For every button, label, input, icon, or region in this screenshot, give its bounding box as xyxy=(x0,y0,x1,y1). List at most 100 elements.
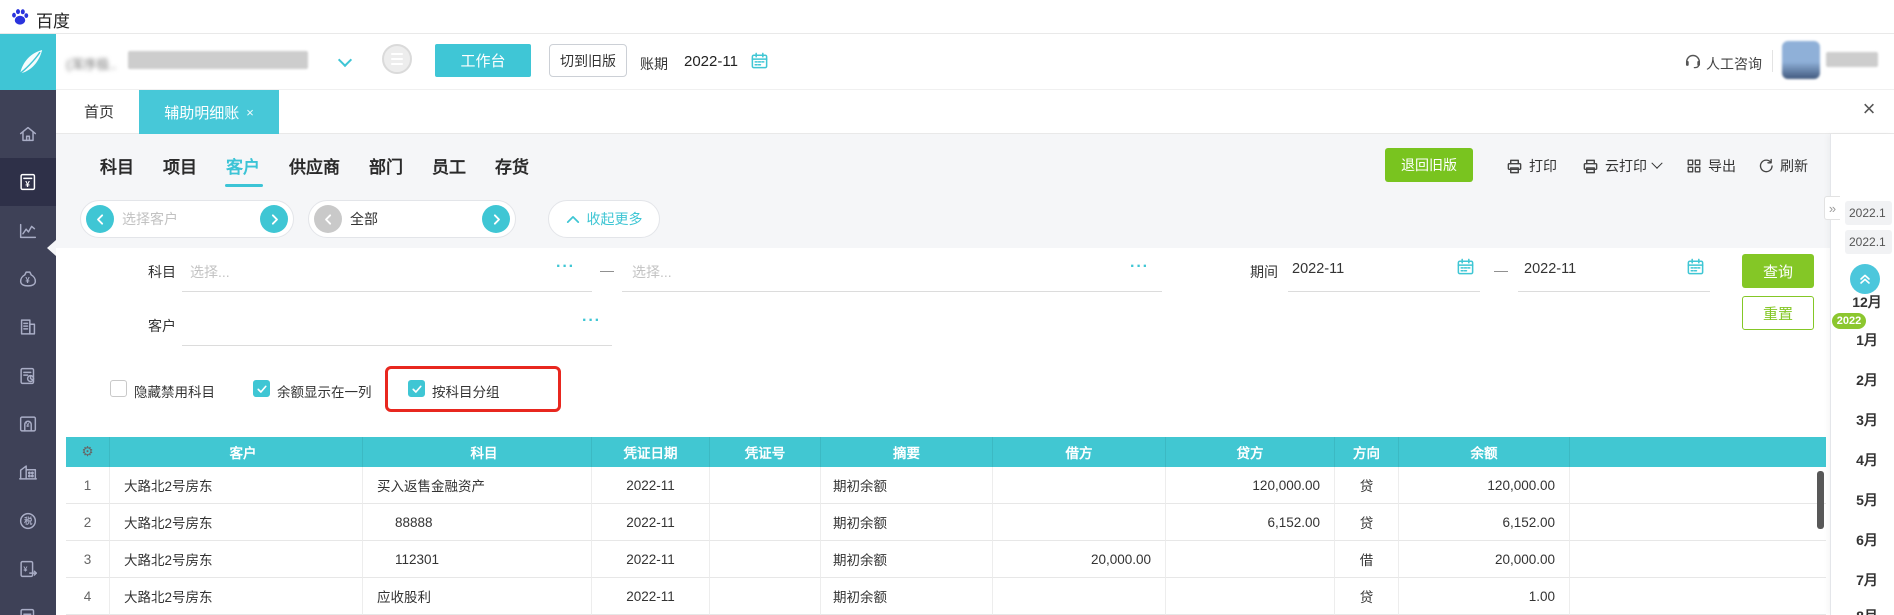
customer-select-placeholder[interactable]: 选择客户 xyxy=(114,209,260,229)
support-link[interactable]: 人工咨询 xyxy=(1706,54,1762,74)
sidebar-item-transfer[interactable]: ¥ xyxy=(0,545,56,593)
subtab-department[interactable]: 部门 xyxy=(369,153,403,178)
table-row[interactable]: 1 大路北2号房东 买入返售金融资产 2022-11 期初余额 120,000.… xyxy=(66,467,1826,504)
table-row[interactable]: 4 大路北2号房东 应收股利 2022-11 期初余额 贷 1.00 xyxy=(66,578,1826,615)
sidebar-item-invoices[interactable] xyxy=(0,303,56,351)
header-voucher-no[interactable]: 凭证号 xyxy=(710,437,821,467)
subtab-inventory[interactable]: 存货 xyxy=(495,153,529,178)
subtab-customer[interactable]: 客户 xyxy=(225,153,263,187)
header-direction[interactable]: 方向 xyxy=(1335,437,1399,467)
year-badge: 2022 xyxy=(1832,313,1866,329)
print-button[interactable]: 打印 xyxy=(1506,156,1557,176)
print-label: 打印 xyxy=(1529,158,1557,174)
table-row[interactable]: 2 大路北2号房东 88888 2022-11 期初余额 6,152.00 贷 … xyxy=(66,504,1826,541)
svg-text:税: 税 xyxy=(24,516,33,526)
subject-from-input[interactable]: 选择... xyxy=(190,262,230,282)
period-chip-bottom[interactable]: 2022.1 xyxy=(1845,230,1892,254)
sidebar-item-tax[interactable]: 税 xyxy=(0,497,56,545)
sidebar-item-statements[interactable] xyxy=(0,352,56,400)
customer-more-icon[interactable]: ··· xyxy=(582,312,601,330)
next-arrow-icon[interactable] xyxy=(260,205,288,233)
atm-icon: ¥ xyxy=(19,416,37,432)
month-item[interactable]: 8月 xyxy=(1840,606,1894,615)
tab-home[interactable]: 首页 xyxy=(84,101,114,122)
period-from-input[interactable]: 2022-11 xyxy=(1292,261,1344,277)
building-icon xyxy=(20,319,36,335)
collapse-more-pill[interactable]: 收起更多 xyxy=(548,200,660,238)
tab-auxiliary-ledger[interactable]: 辅助明细账 × xyxy=(139,90,279,134)
header-customer[interactable]: 客户 xyxy=(110,437,363,467)
checkbox-balance-one-column[interactable] xyxy=(253,380,270,397)
header-voucher-date[interactable]: 凭证日期 xyxy=(592,437,710,467)
user-avatar[interactable] xyxy=(1782,41,1820,79)
query-button[interactable]: 查询 xyxy=(1742,254,1814,288)
header-debit[interactable]: 借方 xyxy=(993,437,1166,467)
header-credit[interactable]: 贷方 xyxy=(1166,437,1335,467)
subject-to-more-icon[interactable]: ··· xyxy=(1130,258,1149,276)
subject-from-more-icon[interactable]: ··· xyxy=(556,258,575,276)
sidebar-item-home[interactable] xyxy=(0,110,56,158)
checkbox-hide-disabled[interactable] xyxy=(110,380,127,397)
sidebar-item-funds[interactable]: ¥ xyxy=(0,255,56,303)
export-button[interactable]: 导出 xyxy=(1686,156,1736,176)
home-icon xyxy=(19,126,37,142)
month-item[interactable]: 2月 xyxy=(1840,370,1894,390)
table-row[interactable]: 3 大路北2号房东 112301 2022-11 期初余额 20,000.00 … xyxy=(66,541,1826,578)
subtab-employee[interactable]: 员工 xyxy=(432,153,466,178)
calendar-icon[interactable] xyxy=(1686,257,1705,276)
month-item[interactable]: 1月 xyxy=(1840,330,1894,350)
scope-select-pill[interactable]: 全部 xyxy=(308,200,516,238)
sidebar-item-assets[interactable] xyxy=(0,448,56,496)
table-scrollbar-thumb[interactable] xyxy=(1817,471,1824,529)
sidebar-item-more[interactable] xyxy=(0,593,56,615)
month-item[interactable]: 4月 xyxy=(1840,450,1894,470)
reset-button[interactable]: 重置 xyxy=(1742,296,1814,330)
prev-arrow-icon[interactable] xyxy=(86,205,114,233)
user-name-redacted xyxy=(1826,52,1878,67)
tab-bar xyxy=(56,90,1894,134)
subtab-supplier[interactable]: 供应商 xyxy=(289,153,340,178)
sidebar-item-cashier[interactable]: ¥ xyxy=(0,400,56,448)
switch-old-version-button[interactable]: 切到旧版 xyxy=(549,44,627,77)
prev-arrow-icon[interactable] xyxy=(314,205,342,233)
cell-debit xyxy=(993,578,1166,615)
next-arrow-icon[interactable] xyxy=(482,205,510,233)
month-item[interactable]: 12月 xyxy=(1840,292,1894,312)
cloud-print-button[interactable]: 云打印 xyxy=(1582,156,1663,176)
workbench-button[interactable]: 工作台 xyxy=(435,44,531,77)
tab-close-icon[interactable]: × xyxy=(246,105,254,120)
printer-icon xyxy=(1583,159,1598,173)
header-subject[interactable]: 科目 xyxy=(363,437,592,467)
period-calendar-icon[interactable] xyxy=(750,51,769,70)
refresh-button[interactable]: 刷新 xyxy=(1758,156,1808,176)
subtab-subject[interactable]: 科目 xyxy=(100,153,134,178)
header-summary[interactable]: 摘要 xyxy=(821,437,993,467)
collapse-panel-handle[interactable]: » xyxy=(1824,196,1840,220)
calendar-icon[interactable] xyxy=(1456,257,1475,276)
scroll-months-up-button[interactable] xyxy=(1850,264,1880,294)
checkbox-balance-one-column-label[interactable]: 余额显示在一列 xyxy=(277,381,372,401)
period-to-input[interactable]: 2022-11 xyxy=(1524,261,1576,277)
month-item[interactable]: 6月 xyxy=(1840,530,1894,550)
checkbox-hide-disabled-label[interactable]: 隐藏禁用科目 xyxy=(134,381,215,401)
active-item-pointer xyxy=(47,240,56,256)
scope-value[interactable]: 全部 xyxy=(342,209,482,229)
sidebar-item-ledger[interactable]: ¥ xyxy=(0,158,56,206)
app-logo[interactable] xyxy=(0,34,56,90)
column-settings-gear-icon[interactable]: ⚙ xyxy=(66,437,110,467)
doc-icon xyxy=(20,608,35,615)
customer-select-pill[interactable]: 选择客户 xyxy=(80,200,294,238)
period-value[interactable]: 2022-11 xyxy=(684,53,738,70)
browser-tab-title[interactable]: 百度 xyxy=(36,7,70,32)
svg-text:¥: ¥ xyxy=(26,422,30,429)
header-balance[interactable]: 余额 xyxy=(1399,437,1570,467)
month-item[interactable]: 3月 xyxy=(1840,410,1894,430)
notice-badge-icon[interactable] xyxy=(382,44,412,74)
period-chip-top[interactable]: 2022.1 xyxy=(1845,201,1892,225)
back-old-version-button[interactable]: 退回旧版 xyxy=(1385,148,1473,182)
subtab-project[interactable]: 项目 xyxy=(163,153,197,178)
month-item[interactable]: 5月 xyxy=(1840,490,1894,510)
panel-close-icon[interactable]: × xyxy=(1856,96,1882,124)
subject-to-input[interactable]: 选择... xyxy=(632,262,672,282)
month-item[interactable]: 7月 xyxy=(1840,570,1894,590)
